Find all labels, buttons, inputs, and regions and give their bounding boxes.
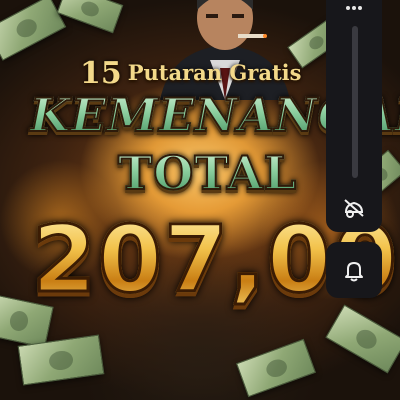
notification-panel — [326, 242, 382, 298]
bell-icon[interactable] — [340, 256, 368, 284]
free-spins-text: Putaran Gratis — [127, 60, 302, 85]
volume-slider[interactable] — [352, 26, 358, 178]
headline-line-2: TOTAL — [117, 145, 298, 201]
free-spins-label: 15 Putaran Gratis — [80, 56, 330, 91]
free-spins-count: 15 — [80, 56, 122, 91]
more-icon[interactable] — [326, 2, 382, 16]
mute-icon[interactable] — [340, 194, 368, 222]
side-control-panel — [326, 0, 382, 232]
game-scene: 15 Putaran Gratis KEMENANGAN TOTAL 207,00 — [0, 0, 400, 400]
